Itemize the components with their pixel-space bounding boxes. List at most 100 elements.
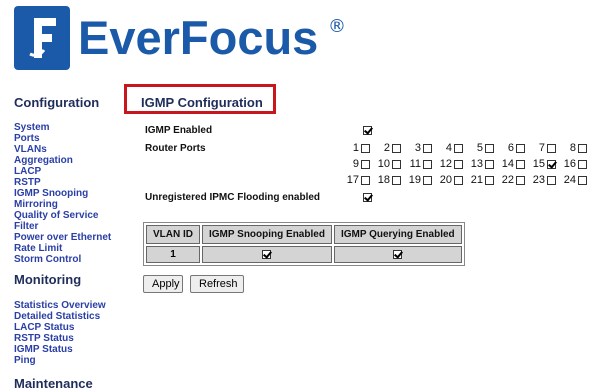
sidebar-item-rate-limit[interactable]: Rate Limit xyxy=(14,243,111,254)
router-port-checkbox[interactable] xyxy=(423,175,432,185)
router-port-number: 9 xyxy=(352,158,359,170)
router-ports-row: 1 2 3 4 5 6 7 8 xyxy=(344,142,598,158)
router-port-checkbox[interactable] xyxy=(516,159,525,169)
router-port-number: 17 xyxy=(346,174,359,186)
page-title: IGMP Configuration xyxy=(141,95,263,110)
sidebar-item-vlans[interactable]: VLANs xyxy=(14,144,111,155)
router-port-18: 18 xyxy=(375,174,401,186)
router-port-22: 22 xyxy=(499,174,525,186)
router-port-checkbox[interactable] xyxy=(392,143,401,153)
router-port-checkbox[interactable] xyxy=(516,175,525,185)
vlan-id-header: VLAN ID xyxy=(146,225,200,244)
router-port-11: 11 xyxy=(406,158,432,170)
router-port-checkbox[interactable] xyxy=(361,143,370,153)
sidebar-item-storm-control[interactable]: Storm Control xyxy=(14,254,111,265)
logo-wordmark: EverFocus xyxy=(78,11,319,64)
sidebar-heading-configuration: Configuration xyxy=(14,95,100,110)
configuration-menu: System Ports VLANs Aggregation LACP RSTP IGMP … xyxy=(14,122,111,265)
registered-mark: ® xyxy=(328,16,346,37)
sidebar-item-rstp-status[interactable]: RSTP Status xyxy=(14,333,106,344)
router-port-14: 14 xyxy=(499,158,525,170)
router-port-23: 23 xyxy=(530,174,556,186)
router-port-checkbox[interactable] xyxy=(392,159,401,169)
router-port-checkbox[interactable] xyxy=(547,175,556,185)
router-port-17: 17 xyxy=(344,174,370,186)
router-port-number: 7 xyxy=(538,142,545,154)
router-port-24: 24 xyxy=(561,174,587,186)
router-port-number: 23 xyxy=(532,174,545,186)
router-port-9: 9 xyxy=(344,158,370,170)
sidebar-item-lacp[interactable]: LACP xyxy=(14,166,111,177)
router-port-checkbox[interactable] xyxy=(423,143,432,153)
sidebar-item-quality-of-service[interactable]: Quality of Service xyxy=(14,210,111,221)
router-port-checkbox[interactable] xyxy=(454,175,463,185)
router-ports-grid: 1 2 3 4 5 6 7 8 9 10 11 12 13 14 15 16 17 18 19 20 21 22 23 24 xyxy=(344,142,598,190)
router-port-checkbox[interactable] xyxy=(361,175,370,185)
router-port-checkbox[interactable] xyxy=(485,143,494,153)
sidebar-item-aggregation[interactable]: Aggregation xyxy=(14,155,111,166)
router-port-checkbox[interactable] xyxy=(454,143,463,153)
querying-enabled-checkbox[interactable] xyxy=(393,249,403,259)
router-port-checkbox[interactable] xyxy=(392,175,401,185)
refresh-button[interactable]: Refresh xyxy=(190,275,244,293)
sidebar-heading-monitoring: Monitoring xyxy=(14,272,82,287)
router-ports-row: 17 18 19 20 21 22 23 24 xyxy=(344,174,598,190)
flooding-checkbox[interactable] xyxy=(363,193,372,202)
router-port-5: 5 xyxy=(468,142,494,154)
router-port-number: 14 xyxy=(501,158,514,170)
router-port-12: 12 xyxy=(437,158,463,170)
sidebar-item-filter[interactable]: Filter xyxy=(14,221,111,232)
router-port-4: 4 xyxy=(437,142,463,154)
sidebar-item-mirroring[interactable]: Mirroring xyxy=(14,199,111,210)
router-port-number: 13 xyxy=(470,158,483,170)
router-port-number: 16 xyxy=(563,158,576,170)
router-port-number: 10 xyxy=(377,158,390,170)
router-port-10: 10 xyxy=(375,158,401,170)
igmp-enabled-checkbox[interactable] xyxy=(363,126,372,135)
everfocus-logo: EverFocus ® xyxy=(14,6,346,70)
sidebar-item-rstp[interactable]: RSTP xyxy=(14,177,111,188)
sidebar-item-ports[interactable]: Ports xyxy=(14,133,111,144)
router-port-checkbox[interactable] xyxy=(485,159,494,169)
sidebar-item-detailed-statistics[interactable]: Detailed Statistics xyxy=(14,311,106,322)
monitoring-menu: Statistics Overview Detailed Statistics LA… xyxy=(14,300,106,366)
sidebar-item-igmp-status[interactable]: IGMP Status xyxy=(14,344,106,355)
router-port-checkbox[interactable] xyxy=(485,175,494,185)
router-port-number: 3 xyxy=(414,142,421,154)
router-port-20: 20 xyxy=(437,174,463,186)
router-port-1: 1 xyxy=(344,142,370,154)
logo-mark-icon xyxy=(14,6,70,70)
router-port-checkbox[interactable] xyxy=(547,143,556,153)
router-port-checkbox[interactable] xyxy=(361,159,370,169)
router-port-19: 19 xyxy=(406,174,432,186)
router-port-number: 8 xyxy=(569,142,576,154)
sidebar-item-system[interactable]: System xyxy=(14,122,111,133)
router-port-checkbox[interactable] xyxy=(454,159,463,169)
querying-header: IGMP Querying Enabled xyxy=(333,225,462,244)
sidebar-item-power-over-ethernet[interactable]: Power over Ethernet xyxy=(14,232,111,243)
router-port-checkbox[interactable] xyxy=(578,159,587,169)
router-port-number: 4 xyxy=(445,142,452,154)
router-port-checkbox[interactable] xyxy=(547,159,556,169)
router-port-number: 11 xyxy=(409,158,421,170)
snooping-enabled-checkbox[interactable] xyxy=(262,249,272,259)
apply-button[interactable]: Apply xyxy=(143,275,183,293)
router-port-16: 16 xyxy=(561,158,587,170)
router-port-checkbox[interactable] xyxy=(423,159,432,169)
snooping-header: IGMP Snooping Enabled xyxy=(202,225,332,244)
router-port-3: 3 xyxy=(406,142,432,154)
sidebar-item-statistics-overview[interactable]: Statistics Overview xyxy=(14,300,106,311)
router-port-checkbox[interactable] xyxy=(578,175,587,185)
sidebar-item-lacp-status[interactable]: LACP Status xyxy=(14,322,106,333)
router-port-13: 13 xyxy=(468,158,494,170)
logo-f-icon xyxy=(29,18,56,58)
snooping-cell xyxy=(202,246,332,263)
sidebar-item-ping[interactable]: Ping xyxy=(14,355,106,366)
sidebar-item-igmp-snooping[interactable]: IGMP Snooping xyxy=(14,188,111,199)
router-port-number: 15 xyxy=(532,158,545,170)
router-port-number: 19 xyxy=(408,174,421,186)
router-port-number: 24 xyxy=(563,174,576,186)
router-port-6: 6 xyxy=(499,142,525,154)
router-port-checkbox[interactable] xyxy=(516,143,525,153)
router-port-checkbox[interactable] xyxy=(578,143,587,153)
